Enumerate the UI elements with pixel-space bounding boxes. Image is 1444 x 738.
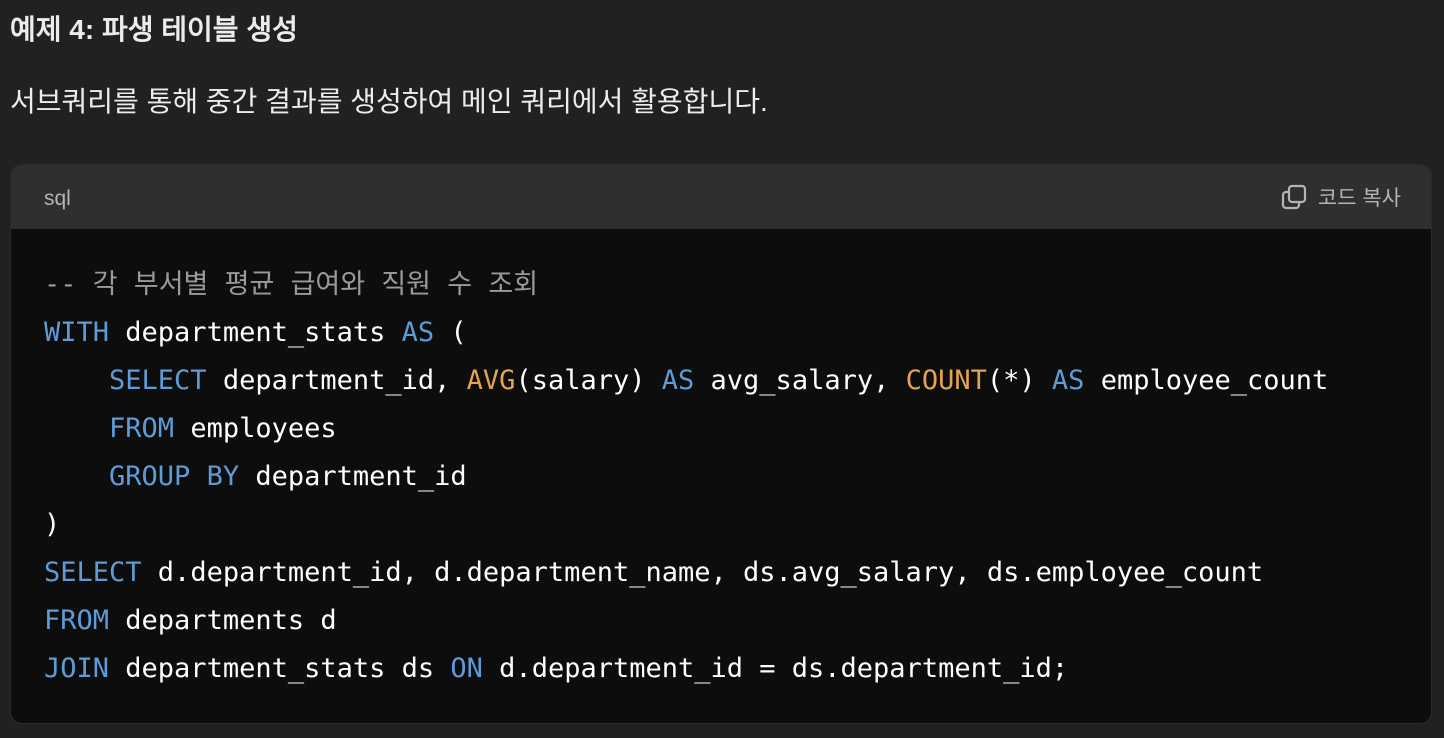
section-description: 서브쿼리를 통해 중간 결과를 생성하여 메인 쿼리에서 활용합니다. [10,86,768,117]
code-block-header: sql 코드 복사 [11,165,1431,229]
code-block: sql 코드 복사 -- 각 부서별 평균 급여와 직원 수 조회 WITH de… [10,164,1432,724]
code-text-token: avg_salary, [694,365,906,396]
keyword-token: WITH [44,317,110,348]
code-text-token: department_id, [206,365,467,396]
code-text-token: department_stats [109,317,402,348]
code-text-token: department_stats ds [109,653,451,684]
keyword-token: SELECT [44,557,142,588]
code-text-token: d.department_id = ds.department_id; [482,653,1069,684]
code-line: -- 각 부서별 평균 급여와 직원 수 조회 [44,261,1328,309]
function-token: AVG [466,365,516,396]
keyword-token: FROM [44,605,110,636]
code-line: ) [44,501,1328,549]
code-text-token: (salary) [515,365,662,396]
code-text-token: department_id [239,461,467,492]
copy-icon [1280,183,1308,211]
code-text-token: departments d [109,605,337,636]
code-content: -- 각 부서별 평균 급여와 직원 수 조회 WITH department_s… [44,261,1328,693]
keyword-token: SELECT [109,365,207,396]
code-text-token: ( [434,317,467,348]
keyword-token: JOIN [44,653,110,684]
code-line: WITH department_stats AS ( [44,309,1328,357]
code-line: JOIN department_stats ds ON d.department… [44,645,1328,693]
code-text-token: ) [44,509,61,540]
code-line: SELECT department_id, AVG(salary) AS avg… [44,357,1328,405]
code-line: GROUP BY department_id [44,453,1328,501]
code-text-token: (*) [986,365,1052,396]
code-line: FROM departments d [44,597,1328,645]
section-heading: 예제 4: 파생 테이블 생성 [10,14,298,45]
code-text-token: employees [174,413,337,444]
keyword-token: AS [1051,365,1085,396]
keyword-token: GROUP BY [109,461,240,492]
keyword-token: AS [401,317,435,348]
keyword-token: FROM [109,413,175,444]
code-line: SELECT d.department_id, d.department_nam… [44,549,1328,597]
keyword-token: ON [450,653,483,684]
code-line: FROM employees [44,405,1328,453]
code-language-label: sql [44,187,71,210]
keyword-token: AS [661,365,695,396]
comment-token: -- 각 부서별 평균 급여와 직원 수 조회 [44,269,539,300]
copy-code-label: 코드 복사 [1317,187,1401,210]
function-token: COUNT [905,365,987,396]
code-text-token: employee_count [1084,365,1329,396]
code-text-token: d.department_id, d.department_name, ds.a… [141,557,1264,588]
copy-code-button[interactable]: 코드 복사 [1280,181,1401,213]
